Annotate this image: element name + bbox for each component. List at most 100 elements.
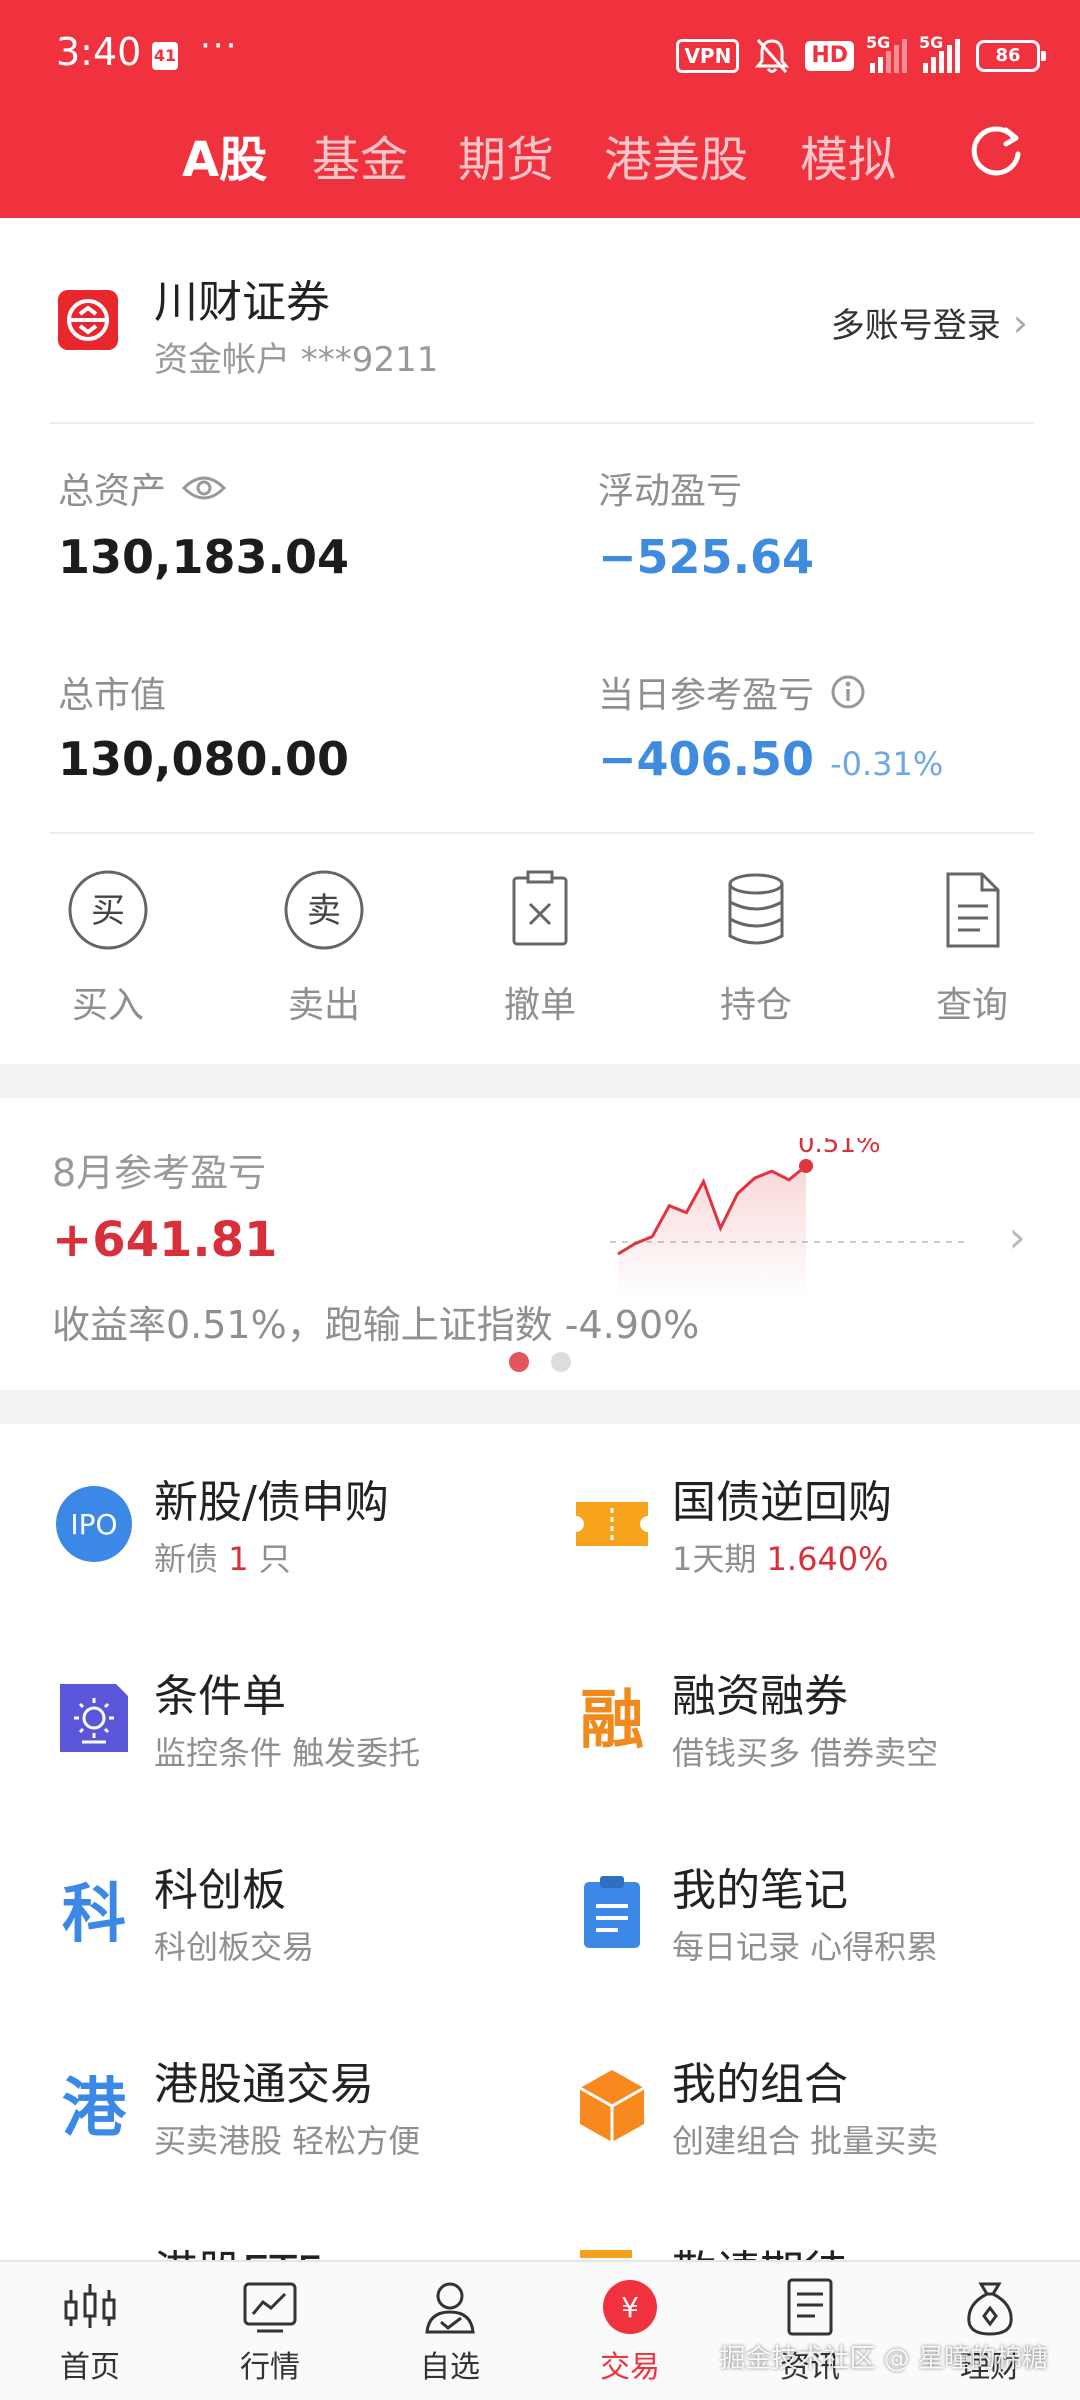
margin-trading-item[interactable]: 融 融资融券 借钱买多 借券卖空 [572,1660,1072,1810]
tab-hk-us-stocks[interactable]: 港美股 [604,120,748,190]
service-title: 融资融券 [672,1671,848,1722]
signal-strength-icon: 5G [866,33,907,73]
hd-voice-icon: HD [805,41,854,71]
broker-name: 川财证券 [154,277,330,328]
divider [50,422,1034,424]
svg-text:买: 买 [91,891,125,931]
nav-home[interactable]: 首页 [0,2276,180,2386]
sell-button[interactable]: 卖 卖出 [244,868,404,1028]
signal-strength-2-icon: 5G [919,33,960,73]
service-subtitle: 买卖港股 轻松方便 [154,2122,421,2160]
daily-pl: −406.50 -0.31% [598,732,943,786]
buy-label: 买入 [71,985,144,1026]
sell-label: 卖出 [287,985,360,1026]
monthly-pl-title: 8月参考盈亏 [52,1151,267,1195]
vpn-icon: VPN [676,39,740,73]
buy-button[interactable]: 买 买入 [28,868,188,1028]
nav-label: 交易 [600,2350,660,2385]
broker-logo-icon [58,290,118,350]
market-icon [243,2282,297,2333]
news-icon [787,2278,833,2336]
holdings-label: 持仓 [719,985,792,1026]
mute-bell-icon [755,39,790,73]
total-assets-value: 130,183.04 [58,530,350,584]
cancel-order-icon [512,870,568,946]
svg-text:卖: 卖 [307,891,341,931]
treasury-repo-icon [576,1502,648,1546]
service-subtitle: 1天期 1.640% [672,1540,889,1578]
conditional-order-icon [60,1684,128,1752]
trade-actions: 买 买入 卖 卖出 撤单 持仓 查询 [0,868,1080,1048]
tab-simulation[interactable]: 模拟 [800,120,896,190]
more-notifications-icon: ··· [200,26,239,66]
nav-label: 行情 [240,2350,300,2385]
watermark: 掘金技术社区 @ 星曈的棉糖 [719,2344,1048,2374]
holdings-icon [728,873,784,945]
watchlist-icon [425,2282,475,2334]
chevron-right-icon[interactable]: › [1008,1212,1026,1263]
monthly-pl-value: +641.81 [52,1212,278,1268]
treasury-repo-item[interactable]: 国债逆回购 1天期 1.640% [572,1466,1072,1616]
total-assets-label: 总资产 [58,462,227,514]
daily-pl-label: 当日参考盈亏 [598,666,866,718]
eye-icon[interactable] [182,474,227,502]
tab-funds[interactable]: 基金 [312,120,408,190]
service-title: 新股/债申购 [154,1477,389,1528]
nav-trade[interactable]: ¥ 交易 [540,2276,720,2386]
svg-text:¥: ¥ [621,2291,639,2324]
query-button[interactable]: 查询 [892,868,1052,1028]
monthly-return-note: 收益率0.51%，跑输上证指数 -4.90% [52,1303,700,1347]
tab-futures[interactable]: 期货 [458,120,554,190]
cancel-order-label: 撤单 [503,985,576,1026]
refresh-icon[interactable] [968,124,1024,180]
monthly-pl-card[interactable]: 8月参考盈亏 +641.81 收益率0.51%，跑输上证指数 -4.90% 0.… [0,1098,1080,1390]
service-title: 科创板 [154,1865,286,1916]
star-market-item[interactable]: 科 科创板 科创板交易 [54,1854,554,2004]
service-subtitle: 借钱买多 借券卖空 [672,1734,939,1772]
service-subtitle: 科创板交易 [154,1928,315,1966]
hk-connect-item[interactable]: 港 港股通交易 买卖港股 轻松方便 [54,2048,554,2198]
divider [50,832,1034,834]
nav-label: 首页 [60,2350,120,2385]
status-indicators: VPN HD 5G 5G 86 [676,33,1046,78]
pager-dot[interactable] [551,1352,571,1372]
service-title: 我的组合 [672,2059,848,2110]
info-icon[interactable] [830,674,866,710]
multi-account-login-label: 多账号登录 [830,306,1001,346]
svg-text:港: 港 [62,2072,127,2146]
service-subtitle: 每日记录 心得积累 [672,1928,939,1966]
trade-icon: ¥ [603,2280,657,2334]
query-icon [946,872,1000,948]
cancel-order-button[interactable]: 撤单 [460,868,620,1028]
bottom-navigation: 首页 行情 自选 ¥ 交易 资讯 理财 [0,2260,1080,2400]
notes-icon [584,1876,640,1948]
multi-account-login-button[interactable]: 多账号登录 › [831,298,1028,347]
service-title: 条件单 [154,1671,286,1722]
service-subtitle: 创建组合 批量买卖 [672,2122,939,2160]
pager-dot-active[interactable] [509,1352,529,1372]
ipo-subscription-item[interactable]: IPO 新股/债申购 新债 1 只 [54,1466,554,1616]
buy-icon: 买 [68,870,148,950]
holdings-button[interactable]: 持仓 [676,868,836,1028]
service-title: 港股通交易 [154,2059,374,2110]
services-grid: IPO 新股/债申购 新债 1 只 国债逆回购 1天期 1.640% 条件单 监… [0,1424,1080,2298]
hk-connect-icon: 港 [62,2072,127,2146]
market-value: 130,080.00 [58,732,350,786]
nav-watchlist[interactable]: 自选 [360,2276,540,2386]
notification-app-icon: 41 [152,42,178,70]
tab-a-shares[interactable]: A股 [182,120,267,190]
nav-market[interactable]: 行情 [180,2276,360,2386]
service-title: 我的笔记 [672,1865,848,1916]
conditional-order-item[interactable]: 条件单 监控条件 触发委托 [54,1660,554,1810]
svg-text:科: 科 [62,1878,126,1952]
my-portfolio-item[interactable]: 我的组合 创建组合 批量买卖 [572,2048,1072,2198]
daily-pl-value: −406.50 [598,732,815,786]
my-notes-item[interactable]: 我的笔记 每日记录 心得积累 [572,1854,1072,2004]
battery-icon: 86 [976,40,1046,72]
nav-label: 自选 [420,2350,480,2385]
status-time: 3:40 [56,30,142,74]
fund-account-number: 资金帐户 ***9211 [154,340,439,380]
market-value-label: 总市值 [58,675,167,716]
status-bar: 3:40 41 ··· VPN HD 5G 5G 86 [0,0,1080,110]
margin-trading-icon: 融 [580,1684,644,1758]
